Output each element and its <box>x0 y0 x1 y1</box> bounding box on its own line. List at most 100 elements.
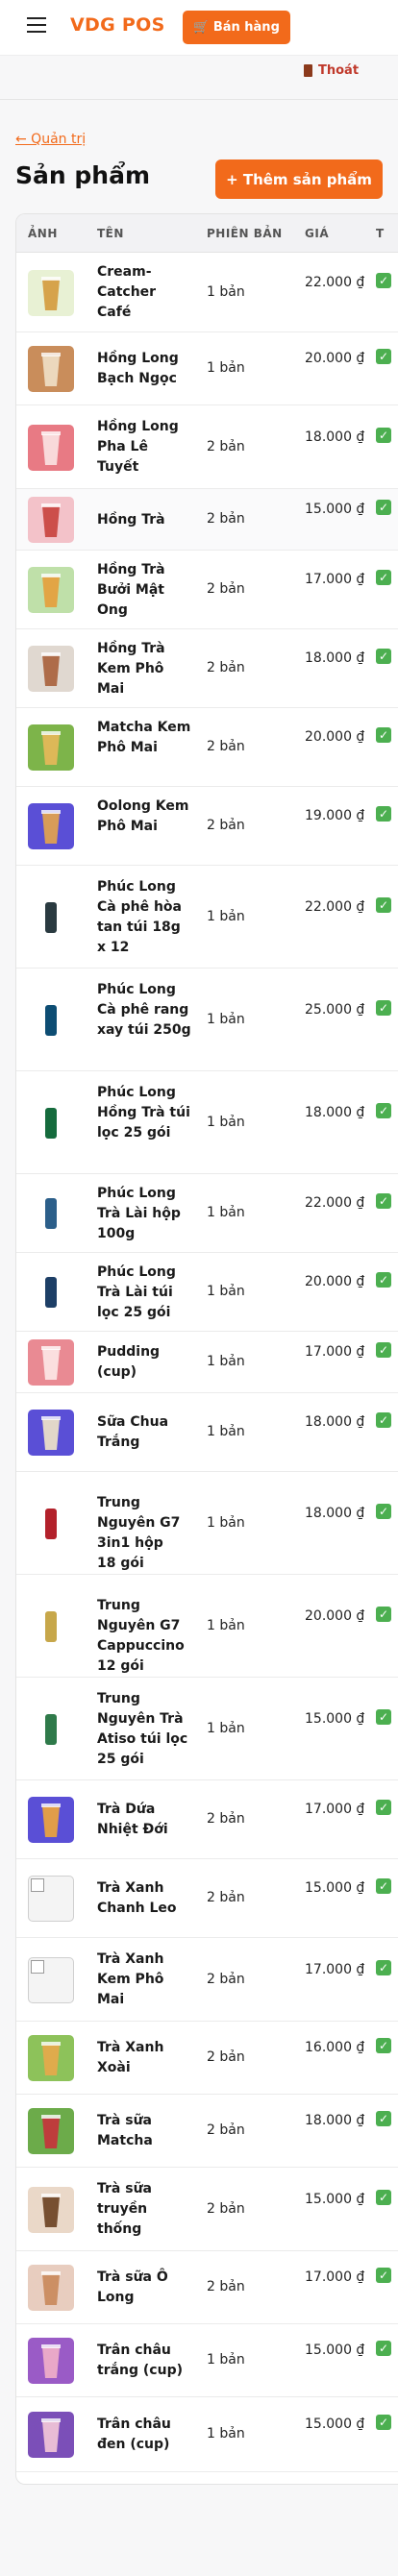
product-name[interactable]: Phúc Long Hồng Trà túi lọc 25 gói <box>97 1083 193 1143</box>
product-name[interactable]: Trà Xanh Xoài <box>97 2038 193 2078</box>
table-row[interactable]: Trung Nguyên Trà Atiso túi lọc 25 gói 1 b… <box>16 1678 398 1780</box>
product-name[interactable]: Cream-Catcher Café <box>97 262 193 323</box>
product-name[interactable]: Phúc Long Cà phê rang xay túi 250g <box>97 980 193 1041</box>
table-row[interactable]: Hồng Trà Bưởi Mật Ong 2 bản 17.000 ₫ ✓ <box>16 551 398 629</box>
product-name[interactable]: Trân châu đen (cup) <box>97 2415 193 2455</box>
active-status-check-icon[interactable]: ✓ <box>376 1607 391 1622</box>
active-status-check-icon[interactable]: ✓ <box>376 1504 391 1519</box>
product-name[interactable]: Phúc Long Trà Lài hộp 100g <box>97 1184 193 1244</box>
table-row[interactable]: Matcha Kem Phô Mai 2 bản 20.000 ₫ ✓ <box>16 708 398 787</box>
active-status-check-icon[interactable]: ✓ <box>376 727 391 743</box>
table-row[interactable]: Trân châu trắng (cup) 1 bản 15.000 ₫ ✓ <box>16 2324 398 2397</box>
product-name[interactable]: Trung Nguyên Trà Atiso túi lọc 25 gói <box>97 1689 193 1770</box>
active-status-check-icon[interactable]: ✓ <box>376 1709 391 1725</box>
product-image <box>45 902 57 933</box>
product-thumbnail <box>28 2108 74 2154</box>
active-status-check-icon[interactable]: ✓ <box>376 1800 391 1815</box>
active-status-check-icon[interactable]: ✓ <box>376 2038 391 2053</box>
logout-button[interactable]: Thoát <box>304 63 359 78</box>
table-row[interactable]: Phúc Long Hồng Trà túi lọc 25 gói 1 bản 18… <box>16 1071 398 1174</box>
active-status-check-icon[interactable]: ✓ <box>376 570 391 585</box>
table-row[interactable]: Hồng Trà Kem Phô Mai 2 bản 18.000 ₫ ✓ <box>16 629 398 708</box>
table-row[interactable]: Trà Xanh Xoài 2 bản 16.000 ₫ ✓ <box>16 2022 398 2095</box>
product-thumbnail <box>28 2265 74 2311</box>
product-name[interactable]: Hồng Trà <box>97 510 193 530</box>
table-row[interactable]: Trà Dứa Nhiệt Đới 2 bản 17.000 ₫ ✓ <box>16 1780 398 1859</box>
hamburger-menu-icon[interactable] <box>27 17 46 33</box>
active-status-check-icon[interactable]: ✓ <box>376 1412 391 1428</box>
active-status-check-icon[interactable]: ✓ <box>376 1272 391 1288</box>
sell-button[interactable]: 🛒 Bán hàng <box>183 11 290 44</box>
product-name[interactable]: Oolong Kem Phô Mai <box>97 797 193 837</box>
product-name[interactable]: Trân châu trắng (cup) <box>97 2341 193 2381</box>
product-name[interactable]: Trà sữa Matcha <box>97 2111 193 2151</box>
product-name[interactable]: Sữa Chua Trắng <box>97 1412 193 1453</box>
active-status-check-icon[interactable]: ✓ <box>376 2268 391 2283</box>
active-status-check-icon[interactable]: ✓ <box>376 806 391 822</box>
active-status-check-icon[interactable]: ✓ <box>376 1960 391 1975</box>
product-name[interactable]: Trà sữa truyền thống <box>97 2179 193 2240</box>
active-status-check-icon[interactable]: ✓ <box>376 649 391 664</box>
product-name[interactable]: Trà Xanh Kem Phô Mai <box>97 1950 193 2010</box>
table-row[interactable]: Pudding (cup) 1 bản 17.000 ₫ ✓ <box>16 1332 398 1393</box>
table-row[interactable]: Phúc Long Trà Lài túi lọc 25 gói 1 bản 20.… <box>16 1253 398 1332</box>
product-name[interactable]: Pudding (cup) <box>97 1342 193 1383</box>
add-product-button[interactable]: + Thêm sản phẩm <box>215 159 383 199</box>
column-header-price: GIÁ <box>305 227 330 240</box>
table-row[interactable]: Hồng Long Pha Lê Tuyết 2 bản 18.000 ₫ ✓ <box>16 405 398 489</box>
product-thumbnail <box>28 425 74 471</box>
product-name[interactable]: Hồng Trà Kem Phô Mai <box>97 639 193 699</box>
active-status-check-icon[interactable]: ✓ <box>376 2111 391 2126</box>
active-status-check-icon[interactable]: ✓ <box>376 2415 391 2430</box>
active-status-check-icon[interactable]: ✓ <box>376 2341 391 2356</box>
active-status-check-icon[interactable]: ✓ <box>376 500 391 515</box>
table-row[interactable]: Cream-Catcher Café 1 bản 22.000 ₫ ✓ <box>16 253 398 332</box>
table-row[interactable]: Hồng Trà 2 bản 15.000 ₫ ✓ <box>16 489 398 551</box>
product-name[interactable]: Trung Nguyên G7 Cappuccino 12 gói <box>97 1596 193 1677</box>
active-status-check-icon[interactable]: ✓ <box>376 349 391 364</box>
active-status-check-icon[interactable]: ✓ <box>376 897 391 913</box>
table-row[interactable]: Trà Xanh Chanh Leo 2 bản 15.000 ₫ ✓ <box>16 1859 398 1938</box>
product-name[interactable]: Trà sữa Ô Long <box>97 2268 193 2308</box>
product-name[interactable]: Hồng Trà Bưởi Mật Ong <box>97 560 193 621</box>
product-name[interactable]: Trà Xanh Chanh Leo <box>97 1878 193 1919</box>
product-thumbnail <box>28 646 74 692</box>
product-thumbnail <box>28 2412 74 2458</box>
product-price: 20.000 ₫ <box>305 1274 365 1289</box>
product-thumbnail <box>28 1957 74 2003</box>
product-name[interactable]: Phúc Long Cà phê hòa tan túi 18g x 12 <box>97 877 193 958</box>
table-row[interactable]: Trà Xanh Kem Phô Mai 2 bản 17.000 ₫ ✓ <box>16 1938 398 2022</box>
product-name[interactable]: Trà Dứa Nhiệt Đới <box>97 1800 193 1840</box>
product-name[interactable]: Trung Nguyên G7 3in1 hộp 18 gói <box>97 1493 184 1574</box>
product-name[interactable]: Hồng Long Pha Lê Tuyết <box>97 417 193 478</box>
active-status-check-icon[interactable]: ✓ <box>376 2190 391 2205</box>
product-versions: 2 bản <box>207 2122 245 2138</box>
active-status-check-icon[interactable]: ✓ <box>376 428 391 443</box>
table-row[interactable]: Trà sữa Matcha 2 bản 18.000 ₫ ✓ <box>16 2095 398 2168</box>
table-row[interactable]: Oolong Kem Phô Mai 2 bản 19.000 ₫ ✓ <box>16 787 398 866</box>
product-name[interactable]: Phúc Long Trà Lài túi lọc 25 gói <box>97 1263 193 1323</box>
table-row[interactable]: Trung Nguyên G7 Cappuccino 12 gói 1 bản 20… <box>16 1575 398 1678</box>
table-row[interactable]: Trung Nguyên G7 3in1 hộp 18 gói 1 bản 18.0… <box>16 1472 398 1575</box>
product-thumbnail <box>28 895 74 941</box>
table-row[interactable]: Phúc Long Trà Lài hộp 100g 1 bản 22.000 ₫ ✓ <box>16 1174 398 1253</box>
product-price: 22.000 ₫ <box>305 899 365 915</box>
back-to-admin-link[interactable]: ← Quản trị <box>15 132 86 147</box>
product-versions: 2 bản <box>207 439 245 454</box>
active-status-check-icon[interactable]: ✓ <box>376 1342 391 1358</box>
active-status-check-icon[interactable]: ✓ <box>376 1878 391 1894</box>
table-row[interactable]: Trân châu đen (cup) 1 bản 15.000 ₫ ✓ <box>16 2397 398 2472</box>
table-row[interactable]: Trà sữa truyền thống 2 bản 15.000 ₫ ✓ <box>16 2168 398 2251</box>
active-status-check-icon[interactable]: ✓ <box>376 1000 391 1016</box>
active-status-check-icon[interactable]: ✓ <box>376 1103 391 1118</box>
table-row[interactable]: Hồng Long Bạch Ngọc 1 bản 20.000 ₫ ✓ <box>16 332 398 405</box>
table-row[interactable]: Phúc Long Cà phê hòa tan túi 18g x 12 1 b… <box>16 866 398 969</box>
product-name[interactable]: Hồng Long Bạch Ngọc <box>97 349 193 389</box>
table-row[interactable]: Sữa Chua Trắng 1 bản 18.000 ₫ ✓ <box>16 1393 398 1472</box>
active-status-check-icon[interactable]: ✓ <box>376 1193 391 1209</box>
active-status-check-icon[interactable]: ✓ <box>376 273 391 288</box>
table-row[interactable]: Phúc Long Cà phê rang xay túi 250g 1 bản 2… <box>16 969 398 1071</box>
product-name[interactable]: Matcha Kem Phô Mai <box>97 718 193 758</box>
brand-logo[interactable]: VDG POS <box>70 14 165 36</box>
table-row[interactable]: Trà sữa Ô Long 2 bản 17.000 ₫ ✓ <box>16 2251 398 2324</box>
